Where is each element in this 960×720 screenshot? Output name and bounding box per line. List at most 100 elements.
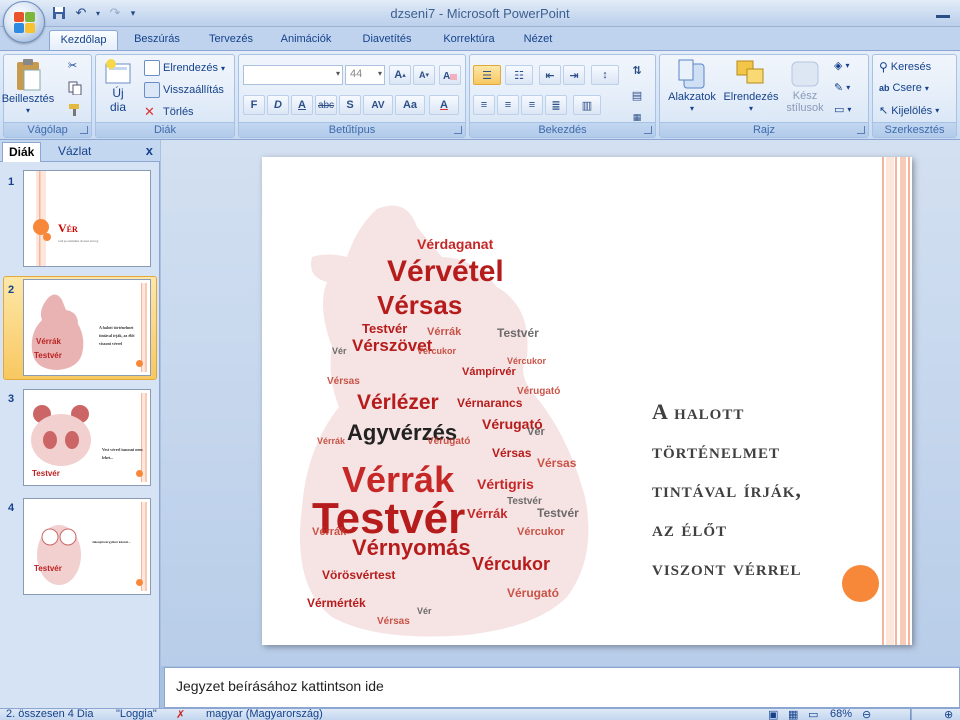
select-button[interactable]: ↖ Kijelölés ▾ [879,104,939,118]
slide-thumbnail-3[interactable]: Testvér Vest vérrel ismosni nem lehet... [23,389,151,486]
shapes-button[interactable]: Alakzatok ▾ [664,58,720,113]
office-logo-icon [14,12,35,33]
tab-slides[interactable]: Diák [2,142,42,162]
word-cloud-image[interactable]: Vérvétel Vérsas Vérrák Testvér Vérszövet Vérl… [267,197,622,645]
drawing-launcher-icon[interactable] [857,126,865,134]
slide-thumbnail-1[interactable]: Vér vadi pa szisztikus olvasnó szöveg [23,170,151,267]
quick-styles-button[interactable]: Kész stílusok [782,58,828,114]
word-cloud-filler: Vérsas [327,376,360,387]
tab-review[interactable]: Korrektúra [434,30,504,51]
decrease-indent-icon[interactable]: ⇤ [539,65,561,85]
bullets-icon[interactable]: ☰ [473,65,501,85]
slideshow-view-icon[interactable]: ▭ [808,709,818,720]
word-cloud-filler: Vércukor [517,526,565,538]
format-painter-icon[interactable] [68,103,82,117]
paragraph-launcher-icon[interactable] [644,126,652,134]
sorter-view-icon[interactable]: ▦ [788,709,798,720]
italic-button[interactable]: D [267,95,289,115]
align-center-icon[interactable]: ≡ [497,95,519,115]
notes-pane[interactable]: Jegyzet beírásához kattintson ide [164,667,960,708]
tab-view[interactable]: Nézet [514,30,562,51]
zoom-in-icon[interactable]: ⊕ [944,709,953,720]
minimize-icon[interactable] [936,6,950,18]
drawing-group-label: Rajz [660,122,868,137]
slide-title[interactable]: A halott történelmet tintával írják, az … [652,392,872,587]
word-cloud-filler: Vér [332,346,347,356]
shadow-button[interactable]: S [339,95,361,115]
binoculars-icon: ⚲ [879,60,888,74]
clear-formatting-icon[interactable]: A [439,65,461,85]
delete-button[interactable]: ✕ Törlés [144,104,194,120]
slide-stripe-decoration [141,502,147,591]
thumb-subtitle: vadi pa szisztikus olvasnó szöveg [58,239,99,243]
font-group-label: Betűtípus [239,122,465,137]
increase-indent-icon[interactable]: ⇥ [563,65,585,85]
tab-insert[interactable]: Beszúrás [126,30,188,51]
slide-thumbnail-4[interactable]: Testvér Jelenjétvárgyikét között... [23,498,151,595]
numbering-icon[interactable]: ☷ [505,65,533,85]
slide-thumbnail-2[interactable]: Vérrák Testvér A halott történelmet tint… [23,279,151,376]
zoom-out-icon[interactable]: ⊖ [862,709,871,720]
spellcheck-icon[interactable]: ✗ [176,709,185,720]
arrange-icon [736,60,764,84]
shrink-font-icon[interactable]: A ▾ [413,65,435,85]
word-cloud-filler: Vérugató [427,436,471,447]
shape-effects-icon[interactable]: ▭ ▾ [834,103,851,116]
clipboard-launcher-icon[interactable] [80,126,88,134]
font-size-value: 44 [350,68,363,80]
zoom-level[interactable]: 68% [830,709,852,720]
columns-icon[interactable]: ▥ [573,95,601,115]
align-left-icon[interactable]: ≡ [473,95,495,115]
word-cloud-filler: Vér [417,606,432,616]
replace-button[interactable]: ab Csere ▾ [879,82,929,94]
zoom-slider[interactable]: │ [908,709,915,720]
word-cloud-filler: Vérugató [507,586,560,600]
new-slide-button[interactable]: Új dia [100,58,136,114]
shape-fill-icon[interactable]: ◈ ▾ [834,59,849,72]
arrange-button[interactable]: Elrendezés ▾ [720,58,782,113]
font-name-field[interactable]: ▾ [243,65,343,85]
language[interactable]: magyar (Magyarország) [206,709,323,720]
tab-animations[interactable]: Animációk [272,30,340,51]
slide-number: 3 [8,393,15,405]
paste-button[interactable]: Beillesztés ▾ [2,58,54,115]
font-launcher-icon[interactable] [454,126,462,134]
current-slide[interactable]: Vérvétel Vérsas Vérrák Testvér Vérszövet Vérl… [262,157,912,645]
tab-outline[interactable]: Vázlat [52,142,97,162]
font-color-button[interactable]: A [429,95,459,115]
font-group: ▾ 44 ▾ A ▴ A ▾ A F D A abc S AV Aa A Betűt… [238,54,466,138]
slides-pane: Diák Vázlat x 1 Vér vadi pa szisztikus o… [0,140,160,708]
justify-icon[interactable]: ≣ [545,95,567,115]
align-text-icon[interactable]: ▤ [625,85,649,105]
slide-number: 1 [8,176,15,188]
cut-icon[interactable]: ✂ [68,59,77,72]
delete-label: Törlés [163,106,194,118]
line-spacing-icon[interactable]: ↕ [591,65,619,85]
shape-outline-icon[interactable]: ✎ ▾ [834,81,850,94]
office-button[interactable] [3,1,45,43]
tab-slideshow[interactable]: Diavetítés [352,30,422,51]
underline-button[interactable]: A [291,95,313,115]
grow-font-icon[interactable]: A ▴ [389,65,411,85]
tab-design[interactable]: Tervezés [200,30,262,51]
copy-icon[interactable] [68,81,82,95]
thumb-owl-cloud: Testvér [34,525,81,585]
char-spacing-button[interactable]: AV [363,95,393,115]
find-button[interactable]: ⚲ Keresés [879,60,931,74]
align-right-icon[interactable]: ≡ [521,95,543,115]
normal-view-icon[interactable]: ▣ [768,709,778,720]
layout-label: Elrendezés [163,62,219,74]
layout-button[interactable]: Elrendezés ▾ [144,60,225,76]
thumb-title: Jelenjétvárgyikét között... [92,540,131,544]
slide-number: 2 [8,284,15,296]
slide-stripe-decoration [882,157,912,645]
quick-styles-icon [791,61,819,87]
reset-button[interactable]: Visszaállítás [144,82,224,98]
strikethrough-button[interactable]: abc [315,95,337,115]
font-size-field[interactable]: 44 ▾ [345,65,385,85]
text-direction-icon[interactable]: ⇅ [625,60,649,80]
bold-button[interactable]: F [243,95,265,115]
close-pane-icon[interactable]: x [146,143,153,158]
change-case-button[interactable]: Aa [395,95,425,115]
tab-home[interactable]: Kezdőlap [49,30,118,51]
